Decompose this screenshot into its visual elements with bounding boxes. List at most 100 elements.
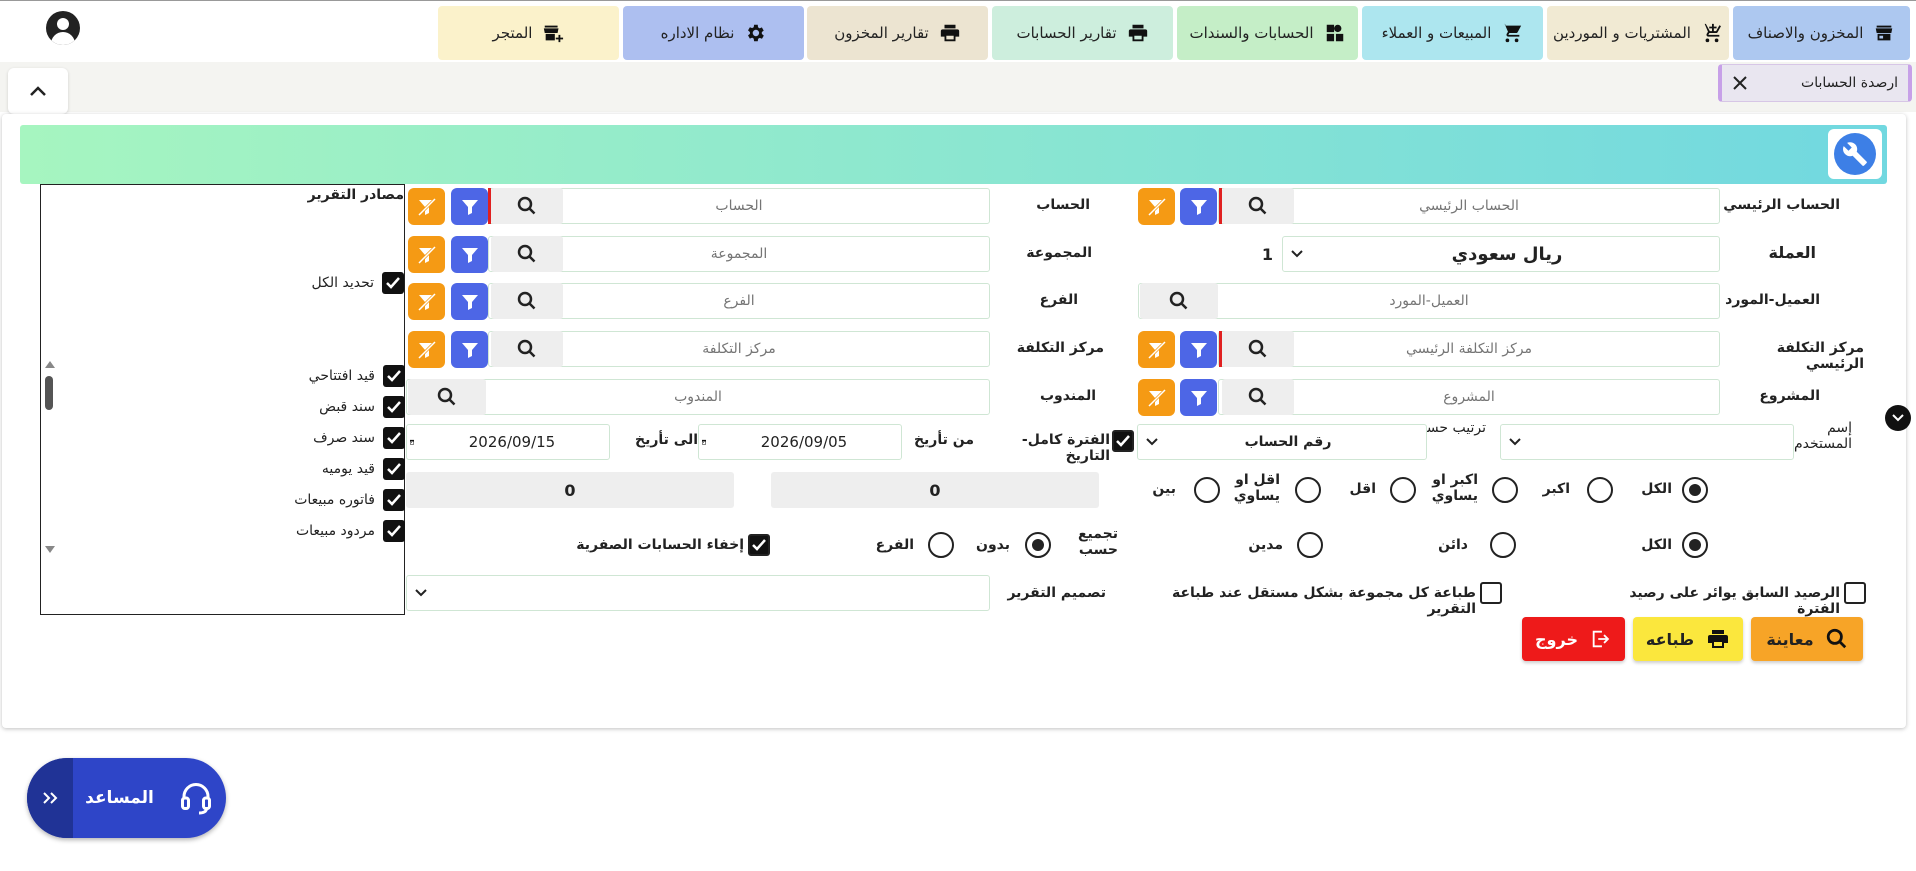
project-search-button[interactable] bbox=[1222, 379, 1294, 415]
assistant-expand[interactable] bbox=[27, 758, 73, 838]
cost-center-field[interactable] bbox=[488, 331, 990, 367]
sources-scrollbar[interactable] bbox=[43, 361, 57, 553]
user-avatar-icon[interactable] bbox=[46, 11, 80, 45]
customer-supplier-field[interactable] bbox=[1138, 283, 1720, 319]
source-item[interactable]: فاتوره مبيعات bbox=[294, 489, 405, 511]
print-button[interactable]: طباعه bbox=[1633, 617, 1743, 661]
compare-greater-radio[interactable] bbox=[1587, 477, 1613, 503]
source-checkbox[interactable] bbox=[383, 458, 405, 480]
delegate-field[interactable] bbox=[406, 379, 990, 415]
account-field[interactable] bbox=[488, 188, 990, 224]
source-checkbox[interactable] bbox=[383, 489, 405, 511]
from-date-input[interactable] bbox=[707, 425, 901, 459]
group-by-branch-radio[interactable] bbox=[928, 532, 954, 558]
group-filter-button[interactable] bbox=[451, 236, 488, 273]
nav-admin[interactable]: نظام الاداره bbox=[623, 6, 804, 60]
hide-zero-checkbox[interactable] bbox=[748, 534, 770, 556]
group-by-branch-label: الفرع bbox=[875, 537, 914, 553]
compare-less-radio[interactable] bbox=[1390, 477, 1416, 503]
cost-center-filter-button[interactable] bbox=[451, 331, 488, 368]
main-cost-center-clear-filter-button[interactable] bbox=[1138, 331, 1175, 368]
compare-all-radio[interactable] bbox=[1682, 477, 1708, 503]
source-checkbox[interactable] bbox=[383, 365, 405, 387]
compare-value-1[interactable]: 0 bbox=[771, 472, 1099, 508]
print-each-group-checkbox[interactable] bbox=[1480, 582, 1502, 604]
cost-center-input[interactable] bbox=[489, 332, 989, 366]
branch-search-button[interactable] bbox=[491, 283, 563, 319]
compare-value-2[interactable]: 0 bbox=[406, 472, 734, 508]
cost-center-search-button[interactable] bbox=[491, 331, 563, 367]
group-by-none-radio[interactable] bbox=[1025, 532, 1051, 558]
source-checkbox[interactable] bbox=[383, 396, 405, 418]
project-filter-button[interactable] bbox=[1180, 379, 1217, 416]
nav-inventory[interactable]: المخزون والاصناف bbox=[1733, 6, 1910, 60]
account-search-button[interactable] bbox=[491, 188, 563, 224]
main-account-input[interactable] bbox=[1219, 189, 1719, 223]
source-item[interactable]: قيد يوميه bbox=[322, 458, 405, 480]
balance-debit-radio[interactable] bbox=[1297, 532, 1323, 558]
compare-less-equal-radio[interactable] bbox=[1295, 477, 1321, 503]
exchange-rate[interactable]: 1 bbox=[1215, 236, 1277, 272]
source-item[interactable]: قيد افتتاحي bbox=[309, 365, 405, 387]
group-field[interactable] bbox=[488, 236, 990, 272]
select-all-row[interactable]: تحديد الكل bbox=[312, 272, 404, 294]
prev-balance-checkbox[interactable] bbox=[1844, 582, 1866, 604]
collapse-button[interactable] bbox=[8, 68, 68, 114]
nav-label: تقارير المخزون bbox=[834, 24, 929, 42]
to-date-field[interactable] bbox=[406, 424, 610, 460]
balance-all-radio[interactable] bbox=[1682, 532, 1708, 558]
balance-credit-radio[interactable] bbox=[1490, 532, 1516, 558]
account-clear-filter-button[interactable] bbox=[408, 188, 445, 225]
branch-input[interactable] bbox=[489, 284, 989, 318]
report-design-select[interactable] bbox=[406, 575, 990, 611]
close-icon[interactable] bbox=[1732, 75, 1748, 91]
compare-between-radio[interactable] bbox=[1194, 477, 1220, 503]
group-input[interactable] bbox=[489, 237, 989, 271]
nav-accounts[interactable]: الحسابات والسندات bbox=[1177, 6, 1358, 60]
nav-store[interactable]: المتجر bbox=[438, 6, 619, 60]
source-checkbox[interactable] bbox=[383, 520, 405, 542]
customer-supplier-search-button[interactable] bbox=[1140, 283, 1218, 319]
main-account-search-button[interactable] bbox=[1222, 188, 1294, 224]
delegate-input[interactable] bbox=[407, 380, 989, 414]
nav-inventory-reports[interactable]: تقارير المخزون bbox=[807, 6, 988, 60]
full-period-checkbox[interactable] bbox=[1112, 430, 1134, 452]
nav-purchases[interactable]: المشتريات و الموردين bbox=[1547, 6, 1729, 60]
assistant-button[interactable]: المساعد bbox=[27, 758, 226, 838]
branch-clear-filter-button[interactable] bbox=[408, 283, 445, 320]
source-item[interactable]: سند صرف bbox=[313, 427, 405, 449]
to-date-input[interactable] bbox=[415, 425, 609, 459]
account-input[interactable] bbox=[489, 189, 989, 223]
from-date-field[interactable] bbox=[698, 424, 902, 460]
delegate-search-button[interactable] bbox=[408, 379, 486, 415]
source-item[interactable]: مردود مبيعات bbox=[296, 520, 405, 542]
tab-account-balances[interactable]: ارصدة الحسابات bbox=[1718, 64, 1912, 102]
source-checkbox[interactable] bbox=[383, 427, 405, 449]
main-cost-center-search-button[interactable] bbox=[1222, 331, 1294, 367]
expand-toggle[interactable] bbox=[1885, 405, 1911, 431]
nav-account-reports[interactable]: تقارير الحسابات bbox=[992, 6, 1173, 60]
select-all-checkbox[interactable] bbox=[382, 272, 404, 294]
main-account-filter-button[interactable] bbox=[1180, 188, 1217, 225]
currency-select[interactable]: ريال سعودي bbox=[1282, 236, 1720, 272]
sort-by-select[interactable]: رقم الحساب bbox=[1137, 424, 1427, 460]
group-clear-filter-button[interactable] bbox=[408, 236, 445, 273]
branch-field[interactable] bbox=[488, 283, 990, 319]
group-search-button[interactable] bbox=[491, 236, 563, 272]
preview-button[interactable]: معاينة bbox=[1751, 617, 1863, 661]
source-item[interactable]: سند قبض bbox=[319, 396, 405, 418]
project-input[interactable] bbox=[1219, 380, 1719, 414]
nav-sales[interactable]: المبيعات و العملاء bbox=[1362, 6, 1543, 60]
project-clear-filter-button[interactable] bbox=[1138, 379, 1175, 416]
settings-button[interactable] bbox=[1828, 129, 1882, 179]
customer-supplier-input[interactable] bbox=[1139, 284, 1719, 318]
main-cost-center-input[interactable] bbox=[1219, 332, 1719, 366]
main-account-clear-filter-button[interactable] bbox=[1138, 188, 1175, 225]
account-filter-button[interactable] bbox=[451, 188, 488, 225]
exit-button[interactable]: خروج bbox=[1522, 617, 1625, 661]
username-select[interactable] bbox=[1500, 424, 1794, 460]
branch-filter-button[interactable] bbox=[451, 283, 488, 320]
cost-center-clear-filter-button[interactable] bbox=[408, 331, 445, 368]
main-cost-center-filter-button[interactable] bbox=[1180, 331, 1217, 368]
compare-greater-equal-radio[interactable] bbox=[1492, 477, 1518, 503]
